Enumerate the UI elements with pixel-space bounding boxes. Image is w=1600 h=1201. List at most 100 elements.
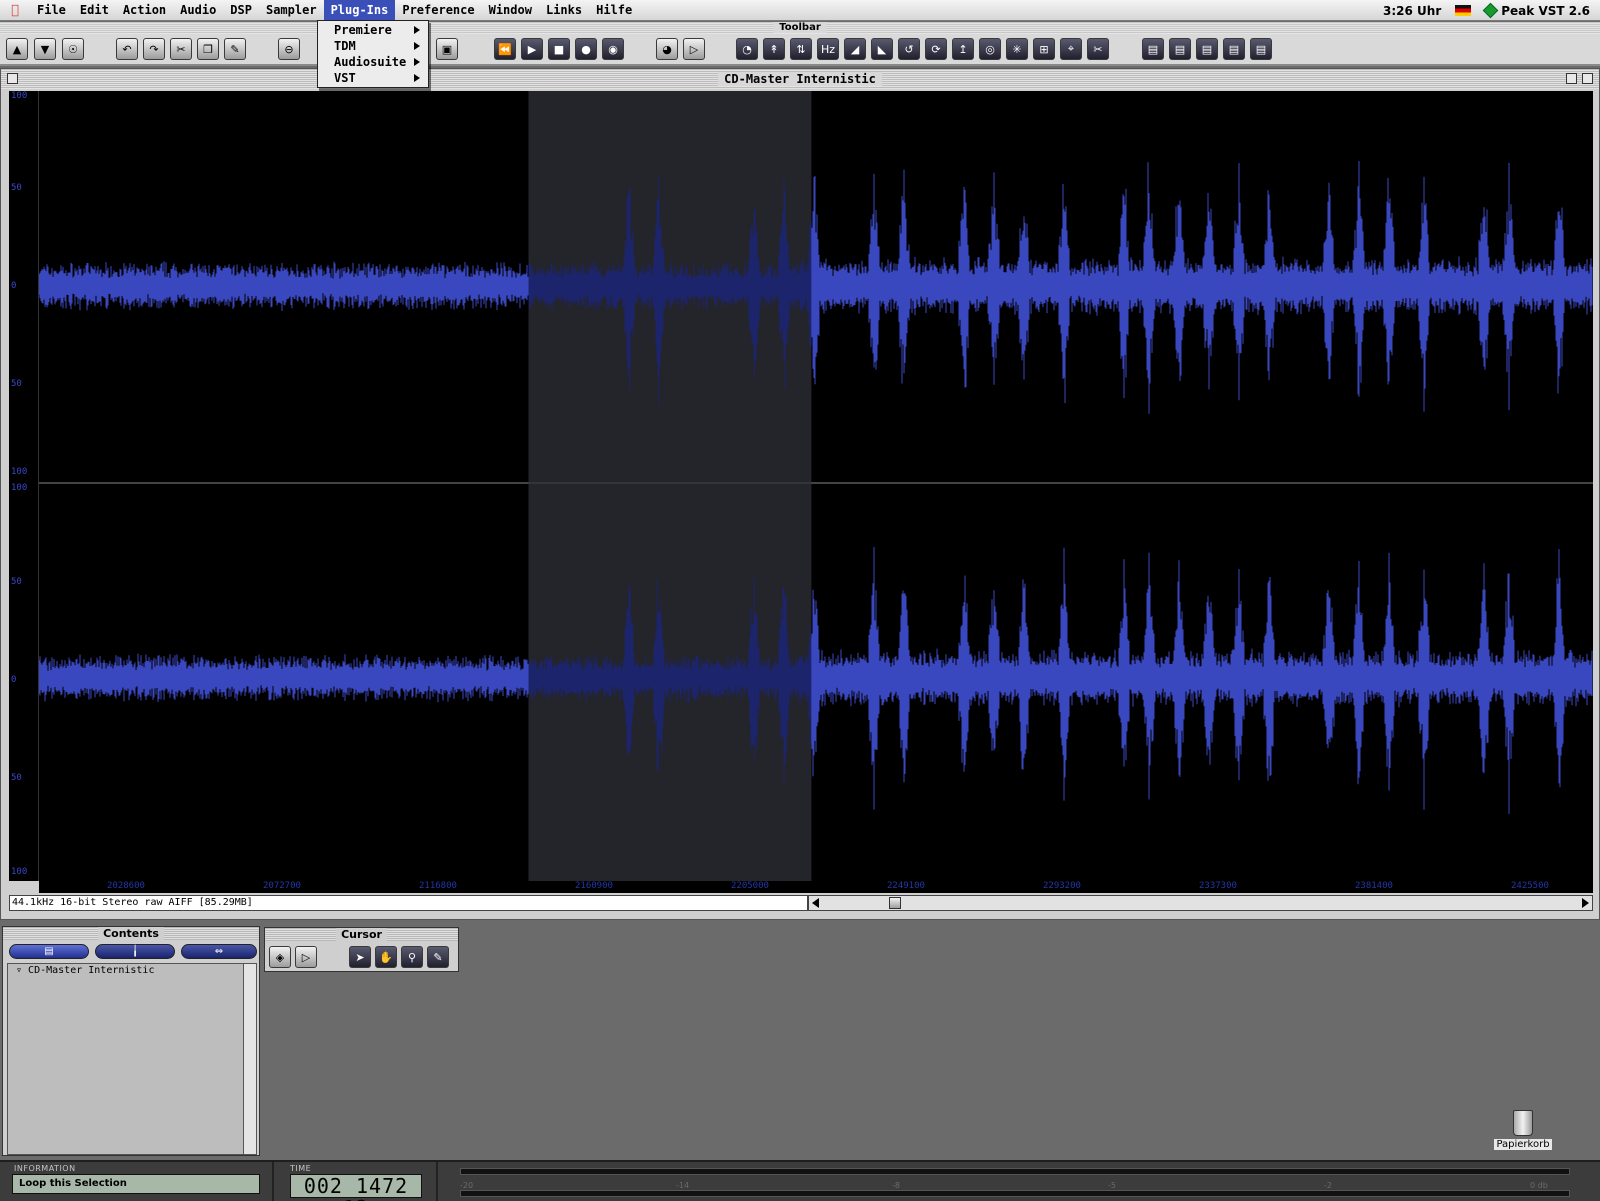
cursor-title: Cursor (336, 928, 387, 941)
normalize-icon[interactable]: ↟ (763, 38, 785, 60)
grid-icon[interactable]: ⌖ (1060, 38, 1082, 60)
amp-label: 100 (11, 467, 28, 477)
menu-window[interactable]: Window (482, 0, 539, 21)
cursor-title-bar[interactable]: Cursor (265, 928, 458, 941)
collapse-box-icon[interactable] (1582, 73, 1593, 84)
time-counter[interactable]: 002 1472 13 (290, 1174, 422, 1201)
dsp-gain-icon[interactable]: ◔ (736, 38, 758, 60)
akai-sampler-icon[interactable]: ▤ (1142, 38, 1164, 60)
zoom-box-icon[interactable] (1566, 73, 1577, 84)
amp-label: 50 (11, 577, 22, 587)
midi-sampler-icon[interactable]: ▤ (1250, 38, 1272, 60)
time-tick: 2205000 (731, 881, 769, 891)
clock[interactable]: 3:26 Uhr (1383, 4, 1441, 18)
contents-tab-regions[interactable]: ▤ (9, 944, 89, 959)
menu-sampler[interactable]: Sampler (259, 0, 324, 21)
reverse-icon[interactable]: ↺ (898, 38, 920, 60)
playlist-icon[interactable]: ◕ (656, 38, 678, 60)
scroll-left-icon[interactable] (812, 898, 819, 908)
redo-icon[interactable]: ↷ (143, 38, 165, 60)
trash[interactable]: Papierkorb (1488, 1110, 1558, 1150)
tree-item[interactable]: ▿ CD-Master Internistic (8, 964, 246, 978)
loop-record-icon[interactable]: ◉ (602, 38, 624, 60)
fade-out-icon[interactable]: ◣ (871, 38, 893, 60)
meter-scale-label: -8 (892, 1181, 900, 1190)
submenu-arrow-icon (414, 42, 420, 50)
hand-tool-icon[interactable]: ✋ (375, 946, 397, 968)
cursor-scrub-icon[interactable]: ▷ (295, 946, 317, 968)
fade-in-icon[interactable]: ◢ (844, 38, 866, 60)
record-icon[interactable]: ● (575, 38, 597, 60)
paste-icon[interactable]: ✎ (224, 38, 246, 60)
trash-icon[interactable] (1513, 1110, 1533, 1136)
menu-links[interactable]: Links (539, 0, 589, 21)
crossfade-icon[interactable]: ⊞ (1033, 38, 1055, 60)
phase-icon[interactable]: ◎ (979, 38, 1001, 60)
star-icon[interactable]: ✳ (1006, 38, 1028, 60)
menu-preference[interactable]: Preference (395, 0, 481, 21)
keyboard-layout-flag-icon[interactable] (1455, 5, 1472, 16)
time-tick: 2028600 (107, 881, 145, 891)
menu-hilfe[interactable]: Hilfe (589, 0, 639, 21)
menu-item-audiosuite[interactable]: Audiosuite (318, 54, 428, 70)
horizontal-scrollbar[interactable] (808, 895, 1593, 911)
waveform-canvas[interactable] (39, 91, 1593, 881)
meter-scale-label: -2 (1324, 1181, 1332, 1190)
menu-edit[interactable]: Edit (73, 0, 116, 21)
rewind-icon[interactable]: ⏪ (494, 38, 516, 60)
close-box-icon[interactable] (7, 73, 18, 84)
menu-item-label: Audiosuite (334, 55, 407, 69)
contents-tab-markers[interactable]: ╽ (95, 944, 175, 959)
sample-rate-icon[interactable]: Hz (817, 38, 839, 60)
copy-icon[interactable]: ❐ (197, 38, 219, 60)
selection-overlay (528, 91, 812, 881)
keyboard-sampler-icon[interactable]: ▤ (1196, 38, 1218, 60)
waveform-display[interactable] (39, 91, 1593, 881)
zoom-tool-icon[interactable]: ⚲ (401, 946, 423, 968)
loop-icon[interactable]: ⟳ (925, 38, 947, 60)
pencil-tool-icon[interactable]: ✎ (427, 946, 449, 968)
divider (272, 1162, 274, 1201)
menu-dsp[interactable]: DSP (223, 0, 259, 21)
compass-icon[interactable]: ☉ (62, 38, 84, 60)
menu-item-tdm[interactable]: TDM (318, 38, 428, 54)
play-icon[interactable]: ▶ (521, 38, 543, 60)
pointer-tool-icon[interactable]: ➤ (349, 946, 371, 968)
emu-sampler-icon[interactable]: ▤ (1169, 38, 1191, 60)
cursor-insert-icon[interactable]: ◈ (269, 946, 291, 968)
contents-tab-loops[interactable]: ⇔ (181, 944, 257, 959)
cursor-palette: Cursor ◈ ▷ ➤ ✋ ⚲ ✎ (264, 927, 459, 972)
threshold-icon[interactable]: ✂ (1087, 38, 1109, 60)
contents-title-bar[interactable]: Contents (3, 927, 259, 940)
amp-label: 100 (11, 483, 28, 493)
menu-item-vst[interactable]: VST (318, 70, 428, 86)
scroll-thumb[interactable] (889, 897, 901, 909)
time-tick: 2381400 (1355, 881, 1393, 891)
smdi-sampler-icon[interactable]: ▤ (1223, 38, 1245, 60)
move-down-icon[interactable]: ▼ (34, 38, 56, 60)
contents-vertical-scrollbar[interactable] (243, 963, 257, 1155)
menu-item-premiere[interactable]: Premiere (318, 22, 428, 38)
meter-right-channel (460, 1190, 1570, 1197)
move-up-icon[interactable]: ▲ (6, 38, 28, 60)
divider (436, 1162, 438, 1201)
menu-plug-ins[interactable]: Plug-Ins (323, 0, 396, 21)
application-menu[interactable]: Peak VST 2.6 (1482, 2, 1590, 19)
undo-icon[interactable]: ↶ (116, 38, 138, 60)
zoom-out-icon[interactable]: ⊖ (278, 38, 300, 60)
scroll-right-icon[interactable] (1582, 898, 1589, 908)
apple-menu-icon[interactable]:  (0, 3, 30, 18)
dc-offset-icon[interactable]: ⇅ (790, 38, 812, 60)
menu-file[interactable]: File (30, 0, 73, 21)
cut-icon[interactable]: ✂ (170, 38, 192, 60)
stop-icon[interactable]: ■ (548, 38, 570, 60)
menu-action[interactable]: Action (116, 0, 173, 21)
bounce-icon[interactable]: ↥ (952, 38, 974, 60)
toolbar-title-bar[interactable]: Toolbar (0, 22, 1600, 34)
fit-window-icon[interactable]: ▣ (436, 38, 458, 60)
time-tick: 2425500 (1511, 881, 1549, 891)
scrub-icon[interactable]: ▷ (683, 38, 705, 60)
document-title-bar[interactable]: CD-Master Internistic (1, 69, 1599, 89)
menu-audio[interactable]: Audio (173, 0, 223, 21)
time-heading: TIME (290, 1164, 312, 1173)
